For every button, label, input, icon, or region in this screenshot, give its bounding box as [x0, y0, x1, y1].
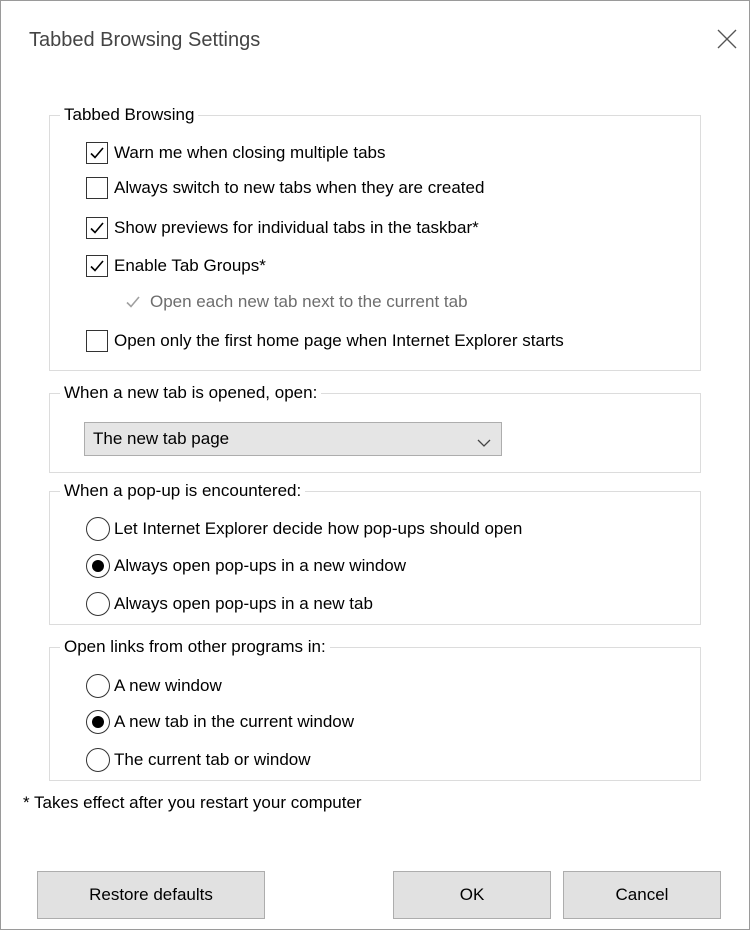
window-title: Tabbed Browsing Settings: [29, 29, 261, 51]
option-switch-to-new-tabs[interactable]: Always switch to new tabs when they are …: [86, 175, 484, 201]
popup-group: When a pop-up is encountered: Let Intern…: [49, 480, 701, 625]
links-group: Open links from other programs in: A new…: [49, 636, 701, 781]
option-label: Always open pop-ups in a new tab: [114, 594, 373, 613]
checkmark-icon: [90, 260, 104, 272]
checkbox[interactable]: [86, 255, 108, 277]
links-option-current-tab[interactable]: The current tab or window: [86, 747, 311, 773]
radio-button[interactable]: [86, 748, 110, 772]
option-label: Let Internet Explorer decide how pop-ups…: [114, 519, 523, 538]
restart-footnote: * Takes effect after you restart your co…: [23, 793, 362, 812]
checkbox[interactable]: [86, 177, 108, 199]
tabbed-browsing-settings-dialog: Tabbed Browsing Settings Tabbed Browsing…: [0, 0, 750, 930]
links-option-new-window[interactable]: A new window: [86, 673, 222, 699]
option-label: Enable Tab Groups*: [114, 256, 266, 275]
checkbox[interactable]: [86, 217, 108, 239]
checkmark-icon: [126, 296, 140, 308]
option-label: Always switch to new tabs when they are …: [114, 178, 485, 197]
ok-button[interactable]: OK: [393, 871, 551, 919]
option-label: Always open pop-ups in a new window: [114, 556, 407, 575]
radio-dot: [92, 560, 104, 572]
option-enable-tab-groups[interactable]: Enable Tab Groups*: [86, 253, 266, 279]
restore-defaults-button[interactable]: Restore defaults: [37, 871, 265, 919]
option-label: A new window: [114, 676, 222, 695]
radio-button[interactable]: [86, 517, 110, 541]
option-label: The current tab or window: [114, 750, 311, 769]
option-label: Open only the first home page when Inter…: [114, 331, 564, 350]
option-open-next-to-current: Open each new tab next to the current ta…: [122, 289, 468, 315]
dropdown-value: The new tab page: [93, 429, 230, 448]
popup-option-new-window[interactable]: Always open pop-ups in a new window: [86, 553, 406, 579]
option-warn-closing-tabs[interactable]: Warn me when closing multiple tabs: [86, 140, 386, 166]
chevron-down-icon: [477, 433, 491, 453]
option-label: A new tab in the current window: [114, 712, 355, 731]
checkmark-icon: [90, 222, 104, 234]
radio-button[interactable]: [86, 554, 110, 578]
popup-legend: When a pop-up is encountered:: [60, 480, 306, 502]
title-bar: Tabbed Browsing Settings: [1, 1, 749, 81]
checkbox[interactable]: [86, 142, 108, 164]
option-label: Open each new tab next to the current ta…: [150, 292, 468, 311]
popup-option-new-tab[interactable]: Always open pop-ups in a new tab: [86, 591, 373, 617]
new-tab-dropdown[interactable]: The new tab page: [84, 422, 502, 456]
checkmark-icon: [90, 147, 104, 159]
tabbed-browsing-legend: Tabbed Browsing: [60, 104, 199, 126]
links-option-new-tab[interactable]: A new tab in the current window: [86, 709, 354, 735]
option-first-home-page-only[interactable]: Open only the first home page when Inter…: [86, 328, 564, 354]
popup-option-ie-decides[interactable]: Let Internet Explorer decide how pop-ups…: [86, 516, 522, 542]
radio-dot: [92, 716, 104, 728]
new-tab-group: When a new tab is opened, open: The new …: [49, 382, 701, 473]
close-icon: [709, 21, 745, 57]
option-show-taskbar-previews[interactable]: Show previews for individual tabs in the…: [86, 215, 479, 241]
option-label: Show previews for individual tabs in the…: [114, 218, 479, 237]
tabbed-browsing-group: Tabbed Browsing Warn me when closing mul…: [49, 104, 701, 371]
cancel-button[interactable]: Cancel: [563, 871, 721, 919]
radio-button[interactable]: [86, 710, 110, 734]
new-tab-legend: When a new tab is opened, open:: [60, 382, 322, 404]
checkbox-disabled: [122, 291, 144, 313]
links-legend: Open links from other programs in:: [60, 636, 330, 658]
option-label: Warn me when closing multiple tabs: [114, 143, 386, 162]
radio-button[interactable]: [86, 592, 110, 616]
radio-button[interactable]: [86, 674, 110, 698]
checkbox[interactable]: [86, 330, 108, 352]
close-button[interactable]: [709, 21, 745, 57]
